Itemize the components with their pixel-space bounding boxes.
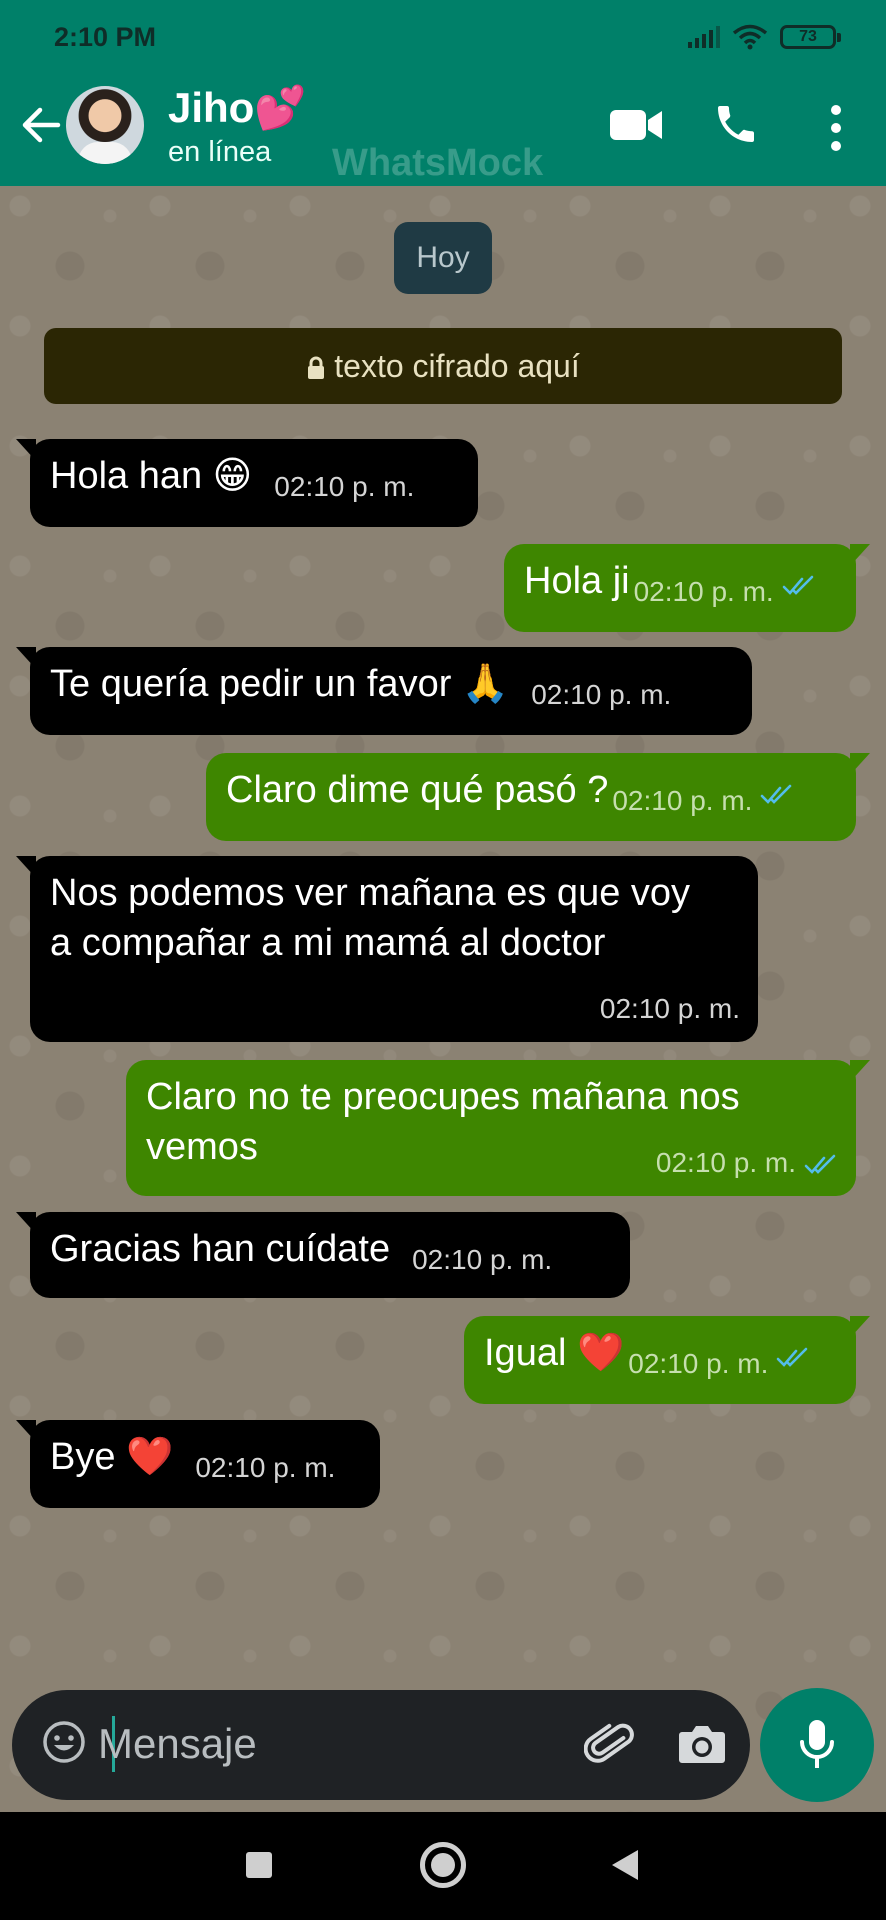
message-bubble-incoming[interactable]: Hola han 😁 02:10 p. m. [16,439,478,527]
message-text: Te quería pedir un favor 🙏 [50,663,510,705]
message-bubble-outgoing[interactable]: Claro no te preocupes mañana nos vemos 0… [126,1060,870,1196]
navigation-bar [0,1812,886,1920]
message-time: 02:10 p. m. [628,1348,769,1379]
message-bubble-incoming[interactable]: Bye ❤️ 02:10 p. m. [16,1420,380,1508]
phone-icon[interactable] [712,100,760,148]
message-composer [12,1690,750,1800]
read-ticks-icon [777,1347,808,1367]
message-text: Igual ❤️ [484,1332,625,1374]
voice-message-button[interactable] [760,1688,874,1802]
encryption-text: texto cifrado aquí [334,348,580,384]
message-text: Claro dime qué pasó ? [226,769,609,811]
video-call-icon[interactable] [608,100,664,148]
message-text: Bye ❤️ [50,1436,174,1478]
message-time: 02:10 p. m. [599,993,740,1024]
date-chip: Hoy [394,222,492,294]
message-time: 02:10 p. m. [655,1147,796,1178]
message-bubble-incoming[interactable]: Gracias han cuídate 02:10 p. m. [16,1212,630,1298]
message-text: Claro no te preocupes mañana nos vemos [146,1076,740,1168]
message-time: 02:10 p. m. [612,785,753,816]
contact-status: en línea [168,136,272,168]
message-meta: 02:10 p. m. [656,1138,838,1188]
home-button[interactable] [420,1842,466,1888]
message-time: 02:10 p. m. [195,1452,336,1483]
recents-button[interactable] [246,1852,272,1878]
avatar[interactable] [66,86,144,164]
emoji-icon[interactable] [40,1718,88,1766]
app-watermark: WhatsMock [332,142,544,184]
back-arrow-icon[interactable] [18,102,64,148]
message-time: 02:10 p. m. [633,576,774,607]
status-time: 2:10 PM [54,22,157,52]
message-text: Nos podemos ver mañana es que voy a comp… [50,872,691,964]
message-time: 02:10 p. m. [274,471,415,502]
read-ticks-icon [761,784,792,804]
read-ticks-icon [782,575,814,595]
wifi-icon [732,24,768,50]
status-icons: 73 [688,24,841,50]
message-text: Gracias han cuídate [50,1228,391,1270]
camera-icon[interactable] [676,1718,728,1770]
battery-icon: 73 [780,25,841,49]
signal-icon [688,26,720,48]
nav-back-button[interactable] [612,1850,638,1880]
message-input[interactable] [98,1712,568,1776]
message-text: Hola ji [524,560,630,602]
chat-header: Jiho💕 en línea WhatsMock [0,78,886,186]
message-bubble-outgoing[interactable]: Igual ❤️ 02:10 p. m. [464,1316,870,1404]
microphone-icon [800,1720,834,1768]
status-bar: 2:10 PM 73 [0,0,886,78]
more-options-icon[interactable] [818,100,854,156]
message-bubble-incoming[interactable]: Te quería pedir un favor 🙏 02:10 p. m. [16,647,752,735]
message-bubble-outgoing[interactable]: Hola ji 02:10 p. m. [504,544,870,632]
paperclip-icon[interactable] [584,1718,638,1772]
message-text: Hola han 😁 [50,455,253,497]
message-bubble-outgoing[interactable]: Claro dime qué pasó ? 02:10 p. m. [206,753,870,841]
read-ticks-icon [804,1154,836,1174]
message-time: 02:10 p. m. [531,679,672,710]
message-bubble-incoming[interactable]: Nos podemos ver mañana es que voy a comp… [16,856,758,1042]
battery-level: 73 [799,28,817,45]
lock-icon [308,356,325,379]
message-time: 02:10 p. m. [412,1244,553,1275]
encryption-notice[interactable]: texto cifrado aquí [44,328,842,404]
chat-area[interactable]: Hoy texto cifrado aquí Hola han 😁 02:10 p… [0,186,886,1812]
contact-name[interactable]: Jiho💕 [168,84,307,133]
